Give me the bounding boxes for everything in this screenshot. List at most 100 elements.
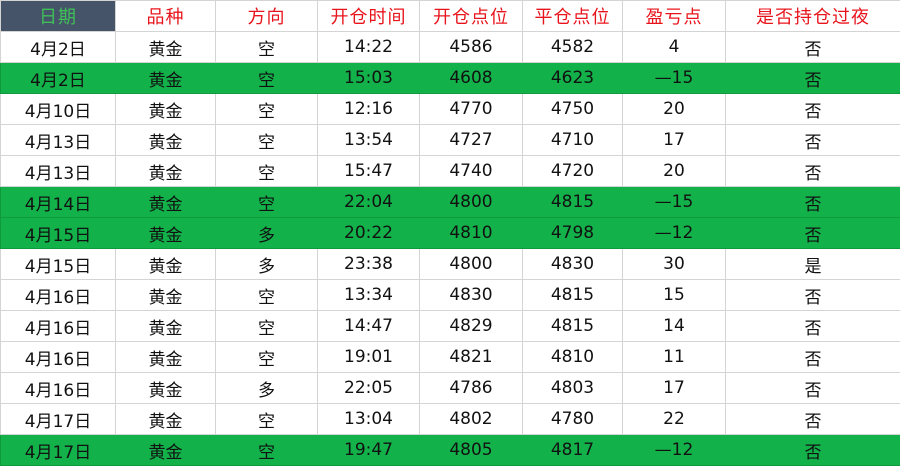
cell-close-price[interactable]: 4815	[523, 280, 623, 311]
cell-profit-loss[interactable]: 14	[623, 311, 726, 342]
cell-direction[interactable]: 空	[216, 94, 318, 125]
cell-variety[interactable]: 黄金	[116, 404, 216, 435]
cell-profit-loss[interactable]: —15	[623, 187, 726, 218]
cell-close-price[interactable]: 4582	[523, 32, 623, 63]
cell-close-price[interactable]: 4623	[523, 63, 623, 94]
cell-open-time[interactable]: 20:22	[318, 218, 420, 249]
cell-profit-loss[interactable]: 20	[623, 156, 726, 187]
cell-open-price[interactable]: 4740	[420, 156, 523, 187]
cell-date[interactable]: 4月17日	[1, 435, 116, 466]
cell-open-price[interactable]: 4810	[420, 218, 523, 249]
cell-profit-loss[interactable]: 20	[623, 94, 726, 125]
cell-variety[interactable]: 黄金	[116, 218, 216, 249]
cell-profit-loss[interactable]: 4	[623, 32, 726, 63]
cell-date[interactable]: 4月13日	[1, 156, 116, 187]
cell-open-price[interactable]: 4770	[420, 94, 523, 125]
cell-open-time[interactable]: 14:22	[318, 32, 420, 63]
cell-profit-loss[interactable]: 17	[623, 125, 726, 156]
cell-variety[interactable]: 黄金	[116, 32, 216, 63]
cell-overnight[interactable]: 否	[726, 94, 900, 125]
cell-open-time[interactable]: 15:47	[318, 156, 420, 187]
cell-overnight[interactable]: 否	[726, 280, 900, 311]
cell-open-time[interactable]: 19:01	[318, 342, 420, 373]
cell-profit-loss[interactable]: —12	[623, 435, 726, 466]
cell-date[interactable]: 4月16日	[1, 311, 116, 342]
cell-close-price[interactable]: 4780	[523, 404, 623, 435]
cell-close-price[interactable]: 4798	[523, 218, 623, 249]
cell-close-price[interactable]: 4750	[523, 94, 623, 125]
cell-close-price[interactable]: 4710	[523, 125, 623, 156]
cell-date[interactable]: 4月16日	[1, 342, 116, 373]
cell-open-time[interactable]: 12:16	[318, 94, 420, 125]
cell-date[interactable]: 4月13日	[1, 125, 116, 156]
cell-close-price[interactable]: 4815	[523, 187, 623, 218]
cell-direction[interactable]: 空	[216, 404, 318, 435]
column-header-profit-loss[interactable]: 盈亏点	[623, 1, 726, 32]
cell-variety[interactable]: 黄金	[116, 311, 216, 342]
cell-open-price[interactable]: 4786	[420, 373, 523, 404]
cell-variety[interactable]: 黄金	[116, 342, 216, 373]
column-header-direction[interactable]: 方向	[216, 1, 318, 32]
cell-variety[interactable]: 黄金	[116, 280, 216, 311]
cell-date[interactable]: 4月15日	[1, 249, 116, 280]
cell-profit-loss[interactable]: —12	[623, 218, 726, 249]
cell-open-time[interactable]: 13:04	[318, 404, 420, 435]
cell-direction[interactable]: 空	[216, 187, 318, 218]
column-header-overnight[interactable]: 是否持仓过夜	[726, 1, 900, 32]
cell-direction[interactable]: 多	[216, 218, 318, 249]
cell-overnight[interactable]: 否	[726, 435, 900, 466]
cell-direction[interactable]: 空	[216, 311, 318, 342]
cell-direction[interactable]: 多	[216, 249, 318, 280]
cell-variety[interactable]: 黄金	[116, 187, 216, 218]
cell-open-time[interactable]: 22:05	[318, 373, 420, 404]
cell-open-price[interactable]: 4727	[420, 125, 523, 156]
cell-open-price[interactable]: 4800	[420, 249, 523, 280]
cell-variety[interactable]: 黄金	[116, 156, 216, 187]
cell-open-price[interactable]: 4829	[420, 311, 523, 342]
cell-open-time[interactable]: 13:34	[318, 280, 420, 311]
cell-open-price[interactable]: 4830	[420, 280, 523, 311]
cell-direction[interactable]: 空	[216, 280, 318, 311]
cell-overnight[interactable]: 否	[726, 63, 900, 94]
cell-variety[interactable]: 黄金	[116, 94, 216, 125]
column-header-date[interactable]: 日期	[1, 1, 116, 32]
cell-date[interactable]: 4月2日	[1, 32, 116, 63]
cell-open-price[interactable]: 4608	[420, 63, 523, 94]
cell-close-price[interactable]: 4815	[523, 311, 623, 342]
cell-open-time[interactable]: 13:54	[318, 125, 420, 156]
cell-open-time[interactable]: 22:04	[318, 187, 420, 218]
cell-open-price[interactable]: 4800	[420, 187, 523, 218]
cell-overnight[interactable]: 否	[726, 125, 900, 156]
cell-variety[interactable]: 黄金	[116, 125, 216, 156]
cell-overnight[interactable]: 否	[726, 373, 900, 404]
cell-open-price[interactable]: 4805	[420, 435, 523, 466]
cell-profit-loss[interactable]: —15	[623, 63, 726, 94]
cell-date[interactable]: 4月16日	[1, 373, 116, 404]
cell-variety[interactable]: 黄金	[116, 249, 216, 280]
cell-direction[interactable]: 多	[216, 373, 318, 404]
cell-variety[interactable]: 黄金	[116, 373, 216, 404]
cell-profit-loss[interactable]: 15	[623, 280, 726, 311]
cell-open-time[interactable]: 15:03	[318, 63, 420, 94]
cell-overnight[interactable]: 否	[726, 32, 900, 63]
cell-overnight[interactable]: 否	[726, 404, 900, 435]
cell-open-time[interactable]: 19:47	[318, 435, 420, 466]
cell-profit-loss[interactable]: 22	[623, 404, 726, 435]
cell-close-price[interactable]: 4720	[523, 156, 623, 187]
column-header-variety[interactable]: 品种	[116, 1, 216, 32]
cell-direction[interactable]: 空	[216, 63, 318, 94]
cell-open-time[interactable]: 14:47	[318, 311, 420, 342]
cell-variety[interactable]: 黄金	[116, 63, 216, 94]
cell-overnight[interactable]: 否	[726, 311, 900, 342]
column-header-close-price[interactable]: 平仓点位	[523, 1, 623, 32]
cell-open-price[interactable]: 4821	[420, 342, 523, 373]
cell-direction[interactable]: 空	[216, 125, 318, 156]
cell-direction[interactable]: 空	[216, 156, 318, 187]
cell-overnight[interactable]: 否	[726, 156, 900, 187]
cell-date[interactable]: 4月15日	[1, 218, 116, 249]
cell-date[interactable]: 4月10日	[1, 94, 116, 125]
cell-date[interactable]: 4月17日	[1, 404, 116, 435]
cell-date[interactable]: 4月16日	[1, 280, 116, 311]
cell-profit-loss[interactable]: 11	[623, 342, 726, 373]
cell-direction[interactable]: 空	[216, 435, 318, 466]
